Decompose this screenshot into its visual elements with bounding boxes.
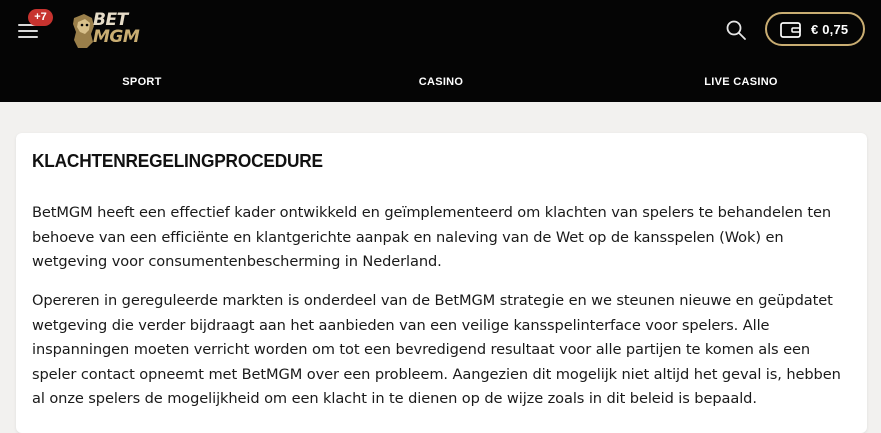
- nav-item-sport[interactable]: SPORT: [122, 76, 161, 88]
- top-bar: +7 BET MGM € 0,75 SPORT CASINO LIVE CASI…: [0, 0, 881, 102]
- paragraph-regulation: Opereren in gereguleerde markten is onde…: [32, 292, 841, 407]
- nav-item-live-casino[interactable]: LIVE CASINO: [704, 76, 778, 88]
- page-title: KLACHTENREGELINGPROCEDURE: [32, 151, 323, 171]
- search-button[interactable]: [724, 18, 748, 42]
- wallet-icon: [780, 22, 801, 38]
- wallet-balance-button[interactable]: € 0,75: [765, 12, 865, 46]
- notification-badge[interactable]: +7: [28, 9, 53, 26]
- content-card: KLACHTENREGELINGPROCEDURE BetMGM heeft e…: [16, 133, 867, 433]
- logo-text-mgm: MGM: [93, 27, 140, 47]
- main-navigation: SPORT CASINO LIVE CASINO: [0, 66, 881, 102]
- betmgm-logo[interactable]: BET MGM: [70, 10, 160, 50]
- balance-amount: € 0,75: [811, 22, 849, 37]
- search-icon: [726, 20, 746, 40]
- nav-item-casino[interactable]: CASINO: [419, 76, 464, 88]
- paragraph-intro: BetMGM heeft een effectief kader ontwikk…: [32, 204, 832, 270]
